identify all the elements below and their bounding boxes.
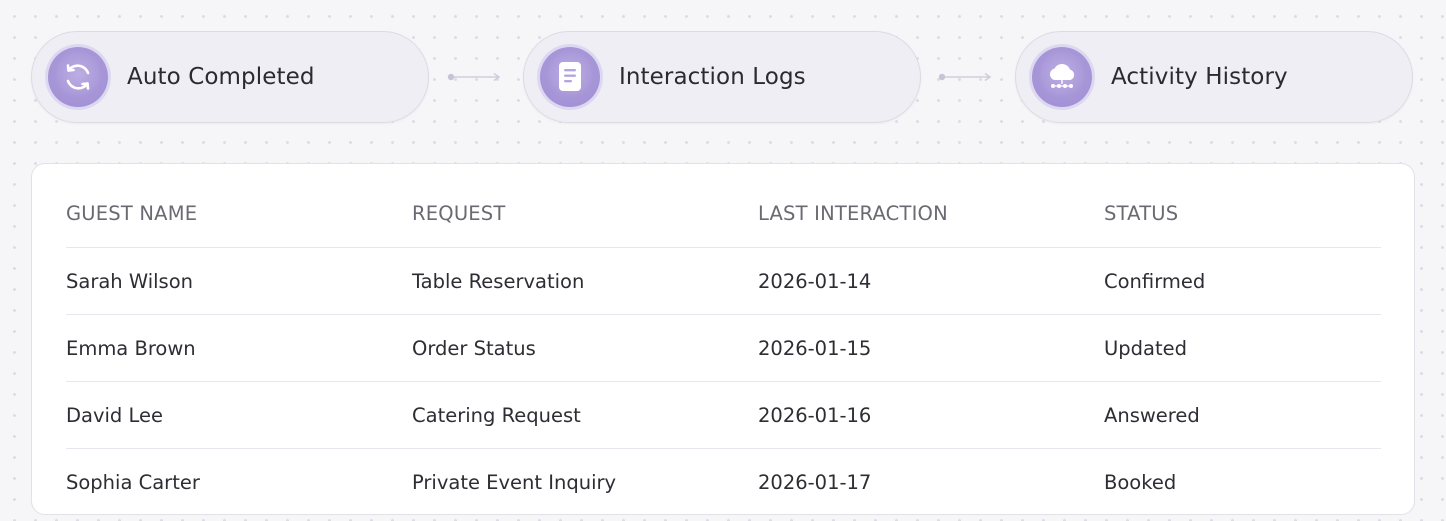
last-interaction-cell: 2026-01-17 xyxy=(758,471,872,494)
guest-table-card: GUEST NAME REQUEST LAST INTERACTION STAT… xyxy=(31,163,1415,515)
table-row[interactable]: Emma Brown Order Status 2026-01-15 Updat… xyxy=(66,315,1381,382)
table-header-row: GUEST NAME REQUEST LAST INTERACTION STAT… xyxy=(66,180,1381,248)
column-header-last-interaction: LAST INTERACTION xyxy=(758,202,948,225)
request-cell: Order Status xyxy=(412,336,536,360)
arrow-connector-icon xyxy=(447,72,501,82)
status-cell: Confirmed xyxy=(1104,269,1206,293)
step-label: Activity History xyxy=(1111,64,1288,90)
guest-name-cell: Sophia Carter xyxy=(66,471,200,494)
cloud-icon xyxy=(1032,47,1092,107)
table-row[interactable]: Sophia Carter Private Event Inquiry 2026… xyxy=(66,449,1381,516)
guest-name-cell: Sarah Wilson xyxy=(66,269,193,293)
last-interaction-cell: 2026-01-14 xyxy=(758,269,872,293)
last-interaction-cell: 2026-01-15 xyxy=(758,336,872,360)
last-interaction-cell: 2026-01-16 xyxy=(758,403,872,427)
guest-name-cell: Emma Brown xyxy=(66,336,196,360)
refresh-icon xyxy=(48,47,108,107)
status-cell: Updated xyxy=(1104,336,1187,360)
request-cell: Catering Request xyxy=(412,403,581,427)
guest-name-cell: David Lee xyxy=(66,403,164,427)
step-activity-history[interactable]: Activity History xyxy=(1015,31,1413,123)
table-row[interactable]: Sarah Wilson Table Reservation 2026-01-1… xyxy=(66,248,1381,315)
status-cell: Booked xyxy=(1104,471,1177,494)
status-cell: Answered xyxy=(1104,403,1200,427)
column-header-guest-name: GUEST NAME xyxy=(66,202,198,225)
column-header-status: STATUS xyxy=(1104,202,1179,225)
request-cell: Table Reservation xyxy=(412,269,585,293)
column-header-request: REQUEST xyxy=(412,202,506,225)
document-icon xyxy=(540,47,600,107)
step-label: Interaction Logs xyxy=(619,64,806,90)
guest-table: GUEST NAME REQUEST LAST INTERACTION STAT… xyxy=(66,180,1381,516)
request-cell: Private Event Inquiry xyxy=(412,471,617,494)
table-row[interactable]: David Lee Catering Request 2026-01-16 An… xyxy=(66,382,1381,449)
step-label: Auto Completed xyxy=(127,64,315,90)
step-interaction-logs[interactable]: Interaction Logs xyxy=(523,31,921,123)
step-auto-completed[interactable]: Auto Completed xyxy=(31,31,429,123)
arrow-connector-icon xyxy=(938,72,992,82)
